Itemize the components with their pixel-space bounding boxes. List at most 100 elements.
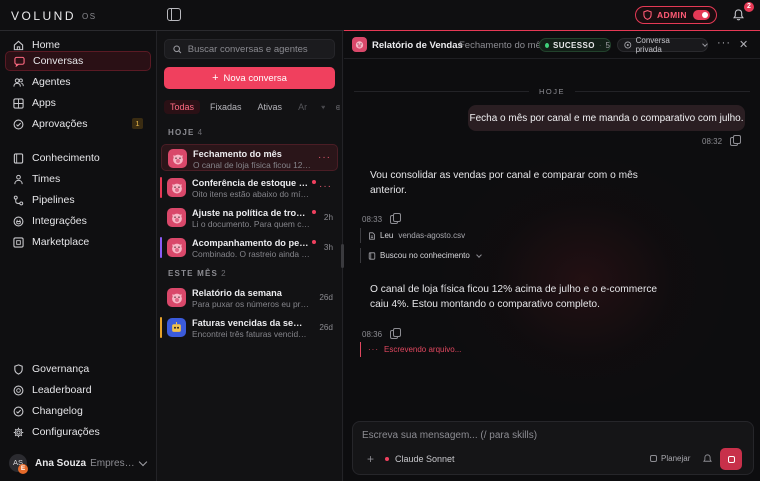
tool-verb: Leu	[380, 231, 394, 240]
plan-toggle[interactable]: Planejar	[650, 454, 690, 463]
tab-fixadas[interactable]: Fixadas	[204, 100, 248, 114]
notification-badge: 2	[744, 2, 754, 12]
more-options-icon[interactable]: ···	[717, 37, 731, 49]
sidebar-toggle-icon[interactable]	[167, 8, 181, 21]
conversation-preview: Para puxar os números eu precis...	[192, 299, 310, 309]
plan-checkbox[interactable]	[650, 455, 657, 462]
shield-icon	[14, 363, 23, 375]
conversation-avatar	[167, 208, 186, 227]
section-label: HOJE	[168, 128, 195, 137]
app-logo[interactable]: VOLUND OS	[11, 9, 97, 23]
pig-icon	[171, 213, 182, 223]
sidebar-item-agentes[interactable]: Agentes	[5, 72, 151, 92]
more-options-icon[interactable]: ···	[318, 152, 331, 163]
admin-switch[interactable]	[693, 10, 710, 20]
app-root: VOLUND OS ADMIN 2 Home Conversas Agentes …	[0, 0, 760, 481]
sidebar-item-label: Agentes	[32, 76, 71, 88]
user-message-meta: 08:32	[702, 135, 742, 146]
avatar-badge: E	[18, 464, 28, 474]
chat-subtitle: Fechamento do mês	[459, 40, 546, 51]
sidebar-item-conversas[interactable]: Conversas	[5, 51, 151, 71]
plus-icon: +	[212, 72, 219, 84]
home-icon	[13, 40, 24, 50]
gear-icon	[13, 427, 24, 437]
shield-icon	[643, 10, 652, 20]
conversation-item[interactable]: Fechamento do mês O canal de loja física …	[161, 144, 338, 171]
sidebar-item-pipelines[interactable]: Pipelines	[5, 190, 151, 210]
sidebar-item-configuracoes[interactable]: Configurações	[5, 422, 151, 442]
tool-call-read-file[interactable]: Leu vendas-agosto.csv	[360, 228, 465, 243]
admin-mode-toggle[interactable]: ADMIN	[635, 6, 717, 24]
typing-label: Escrevendo arquivo...	[384, 345, 462, 354]
sidebar-item-label: Governança	[32, 363, 90, 375]
sidebar-item-apps[interactable]: Apps	[5, 93, 151, 113]
tool-call-knowledge-search[interactable]: Buscou no conhecimento	[360, 248, 482, 263]
sidebar-item-label: Changelog	[32, 405, 83, 417]
check-badge-icon	[13, 406, 24, 416]
sidebar-item-label: Conhecimento	[32, 152, 100, 164]
sidebar-item-leaderboard[interactable]: Leaderboard	[5, 380, 151, 400]
tab-ativas[interactable]: Ativas	[252, 100, 289, 114]
more-options-icon[interactable]: ···	[319, 181, 332, 192]
chevron-down-icon	[476, 251, 482, 258]
search-input[interactable]	[187, 43, 334, 55]
settings-icon[interactable]	[335, 103, 340, 112]
attach-plus-icon[interactable]: +	[367, 452, 374, 466]
conversation-item[interactable]: Acompanhamento do pedido...Combinado. O …	[160, 234, 338, 261]
sidebar-item-aprovacoes[interactable]: Aprovações 1	[5, 114, 151, 134]
sidebar-item-label: Conversas	[33, 55, 84, 67]
copy-icon[interactable]	[390, 213, 402, 224]
message-time: 08:32	[702, 137, 723, 146]
copy-icon[interactable]	[390, 328, 402, 339]
sidebar-item-times[interactable]: Times	[5, 169, 151, 189]
sidebar-item-integracoes[interactable]: Integrações	[5, 211, 151, 231]
message-input[interactable]	[362, 430, 702, 446]
chat-icon	[14, 56, 25, 67]
conversation-accent-bar	[160, 237, 162, 258]
new-conversation-button[interactable]: + Nova conversa	[164, 67, 335, 89]
typing-dots-icon: ···	[368, 345, 379, 354]
chat-title: Relatório de Vendas	[372, 40, 463, 51]
stop-generation-button[interactable]	[720, 448, 742, 470]
copy-icon[interactable]	[730, 135, 742, 146]
bot-message-meta: 08:33	[362, 213, 402, 224]
avatar: AS E	[9, 454, 28, 474]
tab-arquivadas[interactable]: Ar	[292, 100, 313, 114]
conversation-item[interactable]: Relatório da semana Para puxar os números…	[161, 284, 338, 311]
conversation-time: 26d	[319, 323, 333, 332]
status-badge[interactable]: SUCESSO · 5	[539, 38, 611, 52]
logo-text: VOLUND	[11, 9, 77, 23]
close-icon[interactable]: ✕	[739, 38, 748, 51]
stop-icon	[727, 455, 735, 463]
sidebar-item-governanca[interactable]: Governança	[5, 359, 151, 379]
conversation-item[interactable]: Conferência de estoque do ... Oito itens …	[160, 174, 338, 201]
sidebar-item-conhecimento[interactable]: Conhecimento	[5, 148, 151, 168]
day-separator: HOJE	[354, 86, 750, 96]
conversation-accent-bar	[160, 177, 162, 198]
day-label: HOJE	[538, 87, 565, 96]
bell-icon[interactable]	[733, 9, 744, 21]
conversation-title: Ajuste na política de trocas	[192, 208, 310, 218]
sidebar-item-marketplace[interactable]: Marketplace	[5, 232, 151, 252]
bot-message-meta: 08:36	[362, 328, 402, 339]
conversation-item[interactable]: Ajuste na política de trocas Li o documen…	[161, 204, 338, 231]
user-menu[interactable]: AS E Ana Souza Empresa ...	[5, 451, 151, 475]
sidebar-item-label: Apps	[32, 97, 56, 109]
privacy-dropdown[interactable]: Conversa privada	[617, 36, 708, 54]
section-count: 4	[197, 128, 204, 137]
notify-bell-icon[interactable]	[703, 454, 712, 464]
conversation-item[interactable]: Faturas vencidas da semana Encontrei três…	[160, 314, 338, 341]
approvals-count-badge: 1	[132, 118, 143, 129]
model-selector[interactable]: Claude Sonnet	[385, 452, 455, 466]
conversation-avatar	[167, 238, 186, 257]
breadcrumb-separator: ·	[453, 40, 456, 50]
status-label: SUCESSO	[552, 40, 595, 50]
sidebar-item-label: Leaderboard	[32, 384, 92, 396]
conversation-title: Fechamento do mês	[193, 149, 282, 159]
unread-dot	[312, 240, 316, 244]
bot-message-text: Vou consolidar as vendas por canal e com…	[370, 170, 638, 196]
store-icon	[13, 236, 24, 248]
filter-icon[interactable]	[321, 103, 326, 112]
tab-todas[interactable]: Todas	[164, 100, 201, 114]
sidebar-item-changelog[interactable]: Changelog	[5, 401, 151, 421]
